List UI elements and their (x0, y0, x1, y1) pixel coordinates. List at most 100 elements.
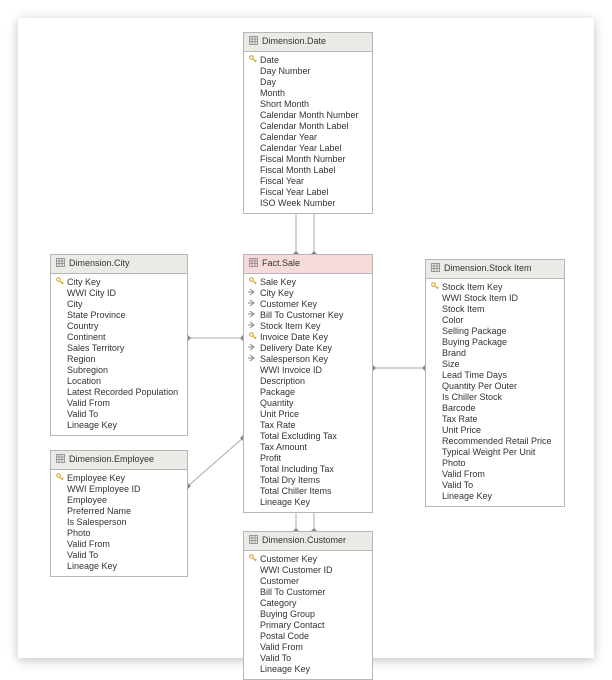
column-row[interactable]: Fiscal Month Number (248, 154, 368, 165)
column-row[interactable]: Total Dry Items (248, 475, 368, 486)
column-row[interactable]: Sales Territory (55, 343, 183, 354)
column-row[interactable]: Calendar Year (248, 132, 368, 143)
column-row[interactable]: Recommended Retail Price (430, 436, 560, 447)
column-row[interactable]: Fiscal Year (248, 176, 368, 187)
column-row[interactable]: Date (248, 55, 368, 66)
column-row[interactable]: Valid To (430, 480, 560, 491)
column-row[interactable]: Quantity (248, 398, 368, 409)
column-row[interactable]: Quantity Per Outer (430, 381, 560, 392)
table-header[interactable]: Dimension.City (51, 255, 187, 274)
column-row[interactable]: Valid From (55, 398, 183, 409)
column-row[interactable]: State Province (55, 310, 183, 321)
column-row[interactable]: Lead Time Days (430, 370, 560, 381)
column-row[interactable]: WWI Customer ID (248, 565, 368, 576)
column-row[interactable]: Short Month (248, 99, 368, 110)
column-row[interactable]: Brand (430, 348, 560, 359)
column-row[interactable]: Total Including Tax (248, 464, 368, 475)
table-customer[interactable]: Dimension.Customer Customer KeyWWI Custom… (243, 531, 373, 680)
column-row[interactable]: Is Chiller Stock (430, 392, 560, 403)
column-row[interactable]: Postal Code (248, 631, 368, 642)
column-row[interactable]: Valid To (55, 409, 183, 420)
column-row[interactable]: Tax Rate (430, 414, 560, 425)
column-row[interactable]: WWI City ID (55, 288, 183, 299)
column-row[interactable]: WWI Stock Item ID (430, 293, 560, 304)
column-row[interactable]: Tax Rate (248, 420, 368, 431)
column-row[interactable]: Barcode (430, 403, 560, 414)
column-row[interactable]: Color (430, 315, 560, 326)
column-row[interactable]: Primary Contact (248, 620, 368, 631)
column-row[interactable]: Photo (55, 528, 183, 539)
table-stockitem[interactable]: Dimension.Stock Item Stock Item KeyWWI St… (425, 259, 565, 507)
column-row[interactable]: WWI Employee ID (55, 484, 183, 495)
column-row[interactable]: Month (248, 88, 368, 99)
column-row[interactable]: Lineage Key (430, 491, 560, 502)
column-row[interactable]: City (55, 299, 183, 310)
column-row[interactable]: Salesperson Key (248, 354, 368, 365)
column-row[interactable]: Customer Key (248, 554, 368, 565)
column-row[interactable]: Is Salesperson (55, 517, 183, 528)
column-row[interactable]: City Key (55, 277, 183, 288)
column-row[interactable]: Unit Price (248, 409, 368, 420)
column-row[interactable]: Size (430, 359, 560, 370)
column-row[interactable]: Lineage Key (248, 664, 368, 675)
column-row[interactable]: Valid To (55, 550, 183, 561)
table-header[interactable]: Dimension.Stock Item (426, 260, 564, 279)
column-row[interactable]: Lineage Key (248, 497, 368, 508)
column-row[interactable]: Region (55, 354, 183, 365)
column-row[interactable]: Subregion (55, 365, 183, 376)
column-row[interactable]: Continent (55, 332, 183, 343)
column-row[interactable]: Total Excluding Tax (248, 431, 368, 442)
table-header[interactable]: Dimension.Date (244, 33, 372, 52)
table-date[interactable]: Dimension.Date DateDay NumberDayMonthShor… (243, 32, 373, 214)
column-row[interactable]: Fiscal Month Label (248, 165, 368, 176)
column-row[interactable]: Country (55, 321, 183, 332)
column-row[interactable]: Valid From (430, 469, 560, 480)
column-row[interactable]: Stock Item Key (248, 321, 368, 332)
table-header[interactable]: Fact.Sale (244, 255, 372, 274)
column-row[interactable]: Calendar Year Label (248, 143, 368, 154)
column-row[interactable]: Calendar Month Label (248, 121, 368, 132)
column-row[interactable]: Sale Key (248, 277, 368, 288)
column-row[interactable]: Package (248, 387, 368, 398)
column-row[interactable]: Tax Amount (248, 442, 368, 453)
column-row[interactable]: Profit (248, 453, 368, 464)
column-row[interactable]: Stock Item (430, 304, 560, 315)
column-row[interactable]: Location (55, 376, 183, 387)
column-row[interactable]: Valid From (55, 539, 183, 550)
column-row[interactable]: Total Chiller Items (248, 486, 368, 497)
column-row[interactable]: Buying Package (430, 337, 560, 348)
column-row[interactable]: Delivery Date Key (248, 343, 368, 354)
column-row[interactable]: Selling Package (430, 326, 560, 337)
column-row[interactable]: Bill To Customer (248, 587, 368, 598)
table-city[interactable]: Dimension.City City KeyWWI City IDCitySta… (50, 254, 188, 436)
column-row[interactable]: Category (248, 598, 368, 609)
table-sale[interactable]: Fact.Sale Sale KeyCity KeyCustomer KeyBil… (243, 254, 373, 513)
column-row[interactable]: Fiscal Year Label (248, 187, 368, 198)
column-row[interactable]: Lineage Key (55, 561, 183, 572)
column-row[interactable]: Stock Item Key (430, 282, 560, 293)
table-employee[interactable]: Dimension.Employee Employee KeyWWI Employ… (50, 450, 188, 577)
column-row[interactable]: Photo (430, 458, 560, 469)
column-row[interactable]: Day Number (248, 66, 368, 77)
column-row[interactable]: Invoice Date Key (248, 332, 368, 343)
column-row[interactable]: Bill To Customer Key (248, 310, 368, 321)
column-row[interactable]: Typical Weight Per Unit (430, 447, 560, 458)
column-row[interactable]: Preferred Name (55, 506, 183, 517)
table-header[interactable]: Dimension.Employee (51, 451, 187, 470)
column-row[interactable]: Day (248, 77, 368, 88)
column-row[interactable]: Calendar Month Number (248, 110, 368, 121)
column-row[interactable]: Employee Key (55, 473, 183, 484)
column-row[interactable]: Employee (55, 495, 183, 506)
column-row[interactable]: Description (248, 376, 368, 387)
column-row[interactable]: ISO Week Number (248, 198, 368, 209)
table-header[interactable]: Dimension.Customer (244, 532, 372, 551)
column-row[interactable]: WWI Invoice ID (248, 365, 368, 376)
column-row[interactable]: Valid To (248, 653, 368, 664)
column-row[interactable]: Customer (248, 576, 368, 587)
column-row[interactable]: City Key (248, 288, 368, 299)
column-row[interactable]: Latest Recorded Population (55, 387, 183, 398)
column-row[interactable]: Customer Key (248, 299, 368, 310)
column-row[interactable]: Lineage Key (55, 420, 183, 431)
column-row[interactable]: Unit Price (430, 425, 560, 436)
column-row[interactable]: Buying Group (248, 609, 368, 620)
